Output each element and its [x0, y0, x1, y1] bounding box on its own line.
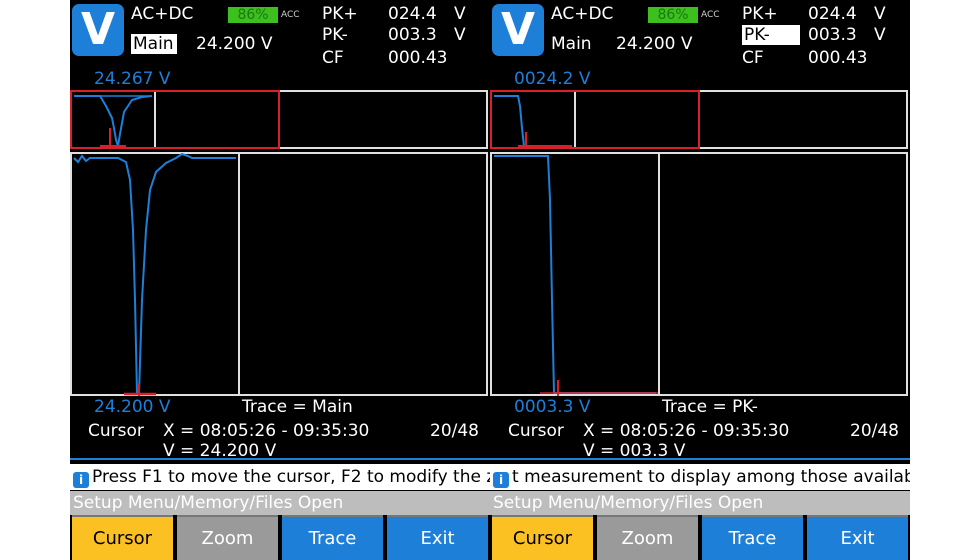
- info-bar: i Press F1 to move the cursor, F2 to modi…: [70, 464, 490, 490]
- trace-button[interactable]: Trace: [282, 515, 383, 560]
- main-trace: [494, 155, 656, 394]
- trace-plot: [73, 95, 236, 396]
- cursor-label: Cursor: [508, 421, 564, 441]
- setup-bar: Setup Menu/Memory/Files Open: [490, 491, 910, 515]
- meter-screen-main-trace: V AC+DC 86% ACC Main 24.200 V PK+ PK- CF…: [70, 0, 490, 560]
- cursor-button[interactable]: Cursor: [492, 515, 593, 560]
- info-bar: it measurement to display among those av…: [490, 464, 910, 490]
- trace-label: Trace = PK-: [662, 397, 758, 417]
- info-icon: i: [493, 472, 509, 488]
- overview-trace: [74, 95, 153, 147]
- info-icon: i: [73, 472, 89, 488]
- info-text: Press F1 to move the cursor, F2 to modif…: [92, 467, 490, 487]
- setup-bar: Setup Menu/Memory/Files Open: [70, 491, 490, 515]
- separator-line: [490, 458, 910, 460]
- info-text: t measurement to display among those ava…: [512, 467, 910, 487]
- overview-trace: [494, 95, 570, 147]
- trace-min-value: 24.200 V: [94, 397, 171, 417]
- zoom-button[interactable]: Zoom: [177, 515, 278, 560]
- cursor-x-range: X = 08:05:26 - 09:35:30: [583, 421, 790, 441]
- main-trace: [73, 152, 236, 395]
- trace-label: Trace = Main: [242, 397, 353, 417]
- page-counter: 20/48: [850, 421, 899, 441]
- trace-button[interactable]: Trace: [702, 515, 803, 560]
- meter-screen-pk-minus-trace: V AC+DC 86% ACC Main 24.200 V PK+ PK- CF…: [490, 0, 910, 560]
- trace-plot: [494, 95, 658, 396]
- cursor-label: Cursor: [88, 421, 144, 441]
- separator-line: [70, 458, 490, 460]
- zoom-button[interactable]: Zoom: [597, 515, 698, 560]
- trace-min-value: 0003.3 V: [514, 397, 591, 417]
- exit-button[interactable]: Exit: [807, 515, 908, 560]
- cursor-x-range: X = 08:05:26 - 09:35:30: [163, 421, 370, 441]
- exit-button[interactable]: Exit: [387, 515, 488, 560]
- cursor-button[interactable]: Cursor: [72, 515, 173, 560]
- page-counter: 20/48: [430, 421, 479, 441]
